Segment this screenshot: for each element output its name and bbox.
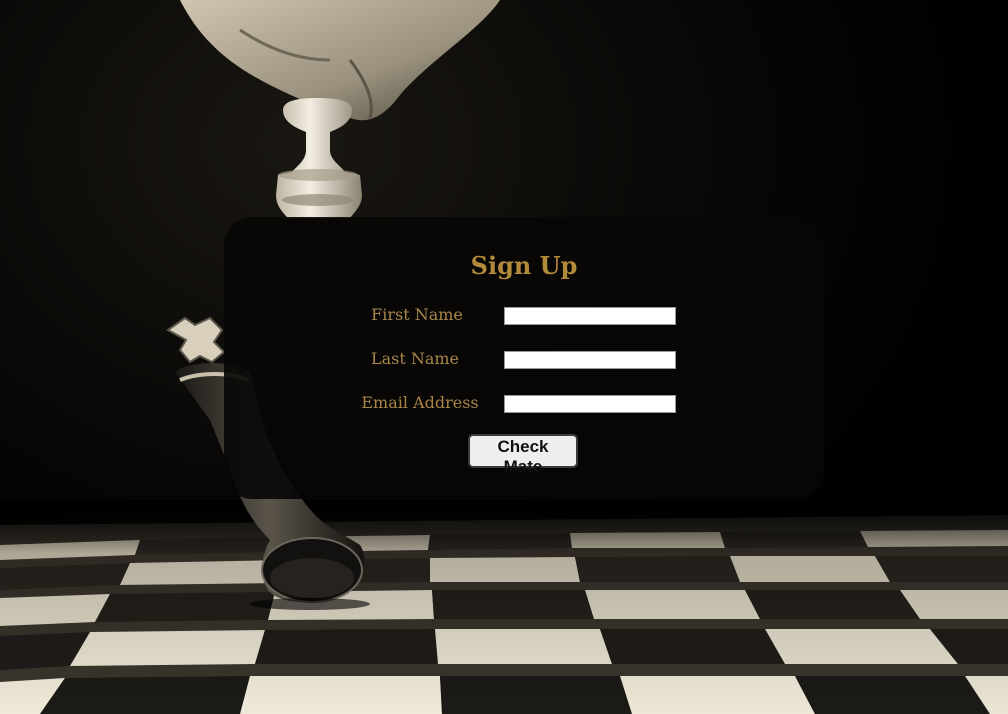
- page-background: Sign Up First Name Last Name Email Addre…: [0, 0, 1008, 714]
- form-title: Sign Up: [470, 251, 578, 280]
- email-label: Email Address: [361, 393, 479, 412]
- first-name-row: First Name: [224, 305, 824, 327]
- chess-board: [0, 500, 1008, 714]
- first-name-label: First Name: [371, 305, 463, 324]
- first-name-input[interactable]: [504, 307, 676, 325]
- check-mate-button[interactable]: Check Mate: [468, 434, 578, 476]
- last-name-row: Last Name: [224, 349, 824, 371]
- email-row: Email Address: [224, 393, 824, 415]
- signup-form: Sign Up First Name Last Name Email Addre…: [224, 217, 824, 499]
- last-name-input[interactable]: [504, 351, 676, 369]
- white-chess-piece-icon: [276, 98, 362, 218]
- email-input[interactable]: [504, 395, 676, 413]
- last-name-label: Last Name: [370, 349, 460, 368]
